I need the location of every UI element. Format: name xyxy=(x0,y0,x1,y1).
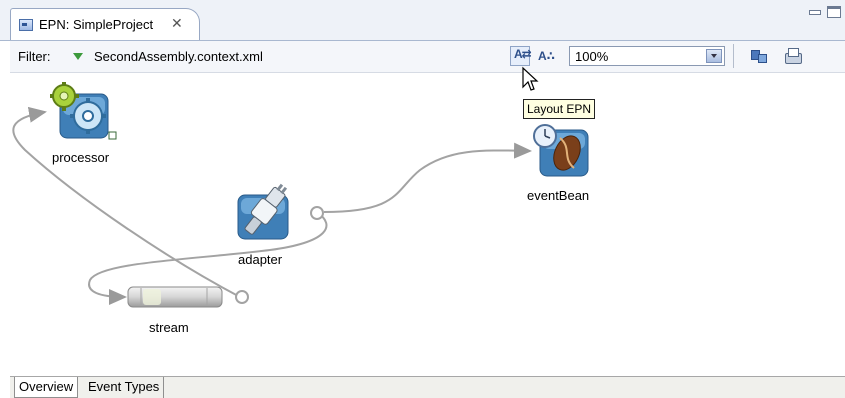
node-stream[interactable] xyxy=(127,286,223,308)
adapter-output-port[interactable] xyxy=(310,206,324,220)
stream-output-port[interactable] xyxy=(235,290,249,304)
connection-adapter-eventbean[interactable] xyxy=(323,142,532,213)
node-processor[interactable] xyxy=(49,81,120,142)
connection-stream-processor[interactable] xyxy=(12,106,241,298)
epn-connections xyxy=(12,106,532,305)
node-eventbean[interactable] xyxy=(532,120,592,178)
stream-pipe-icon xyxy=(127,286,223,308)
gear-icon xyxy=(49,81,117,140)
connection-adapter-stream[interactable] xyxy=(88,212,328,305)
coffee-bean-clock-icon xyxy=(533,124,589,177)
tab-event-types[interactable]: Event Types xyxy=(84,377,165,398)
mouse-pointer-icon xyxy=(522,66,539,91)
layout-epn-tooltip: Layout EPN xyxy=(523,99,596,119)
tab-overview[interactable]: Overview xyxy=(14,377,79,398)
node-label-processor: processor xyxy=(52,150,110,165)
node-label-adapter: adapter xyxy=(238,252,283,267)
node-label-eventbean: eventBean xyxy=(527,188,590,203)
editor-bottom-tabs: Overview Event Types xyxy=(10,376,845,398)
node-label-stream: stream xyxy=(149,320,189,335)
node-adapter[interactable] xyxy=(236,183,290,241)
plug-adapter-icon xyxy=(237,183,289,240)
